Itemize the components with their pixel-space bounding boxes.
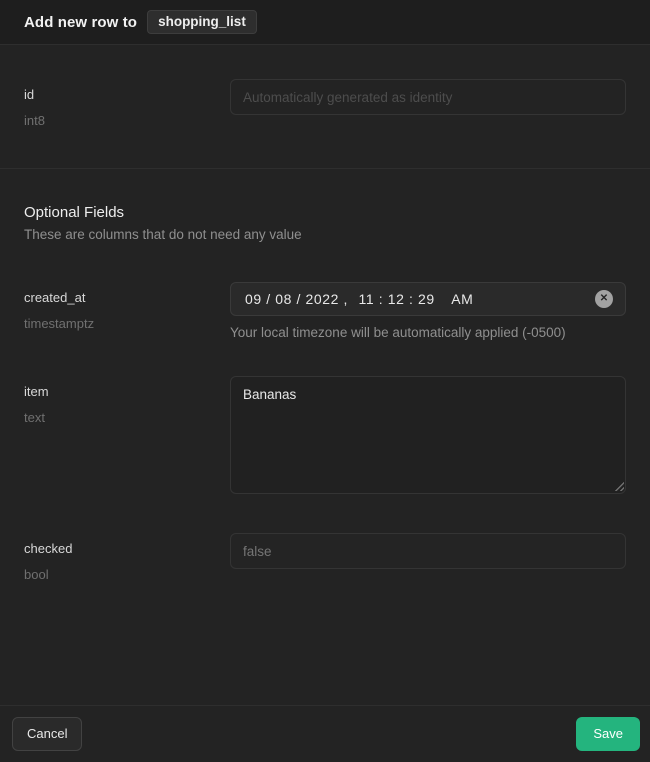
checked-field-type: bool bbox=[24, 567, 230, 583]
panel-footer: Cancel Save bbox=[0, 705, 650, 762]
timezone-helper-text: Your local timezone will be automaticall… bbox=[230, 325, 626, 340]
item-field-name: item bbox=[24, 384, 230, 400]
checked-input-col bbox=[230, 533, 626, 582]
table-name-badge: shopping_list bbox=[147, 10, 257, 34]
datetime-value: 09 / 08 / 2022 , 11 : 12 : 29 AM bbox=[245, 291, 473, 307]
datetime-time-segment: 11 : 12 : 29 bbox=[359, 291, 435, 307]
add-row-panel: Add new row to shopping_list id int8 Opt… bbox=[0, 0, 650, 762]
panel-header: Add new row to shopping_list bbox=[0, 0, 650, 45]
optional-fields-section-header: Optional Fields These are columns that d… bbox=[0, 169, 650, 242]
id-input-col bbox=[230, 79, 626, 128]
created-at-field-name: created_at bbox=[24, 290, 230, 306]
created-at-label-group: created_at timestamptz bbox=[24, 282, 230, 340]
item-label-group: item text bbox=[24, 376, 230, 494]
clear-icon: ✕ bbox=[600, 294, 608, 304]
id-input[interactable] bbox=[230, 79, 626, 115]
save-button[interactable]: Save bbox=[576, 717, 640, 751]
field-row-created-at: created_at timestamptz 09 / 08 / 2022 , … bbox=[0, 282, 650, 340]
item-input-col: Bananas bbox=[230, 376, 626, 494]
clear-datetime-button[interactable]: ✕ bbox=[595, 290, 613, 308]
item-field-type: text bbox=[24, 410, 230, 426]
datetime-meridiem-segment: AM bbox=[451, 291, 473, 307]
field-row-checked: checked bool bbox=[0, 533, 650, 582]
id-label-group: id int8 bbox=[24, 79, 230, 128]
id-field-name: id bbox=[24, 87, 230, 103]
checked-input[interactable] bbox=[230, 533, 626, 569]
checked-field-name: checked bbox=[24, 541, 230, 557]
optional-fields-title: Optional Fields bbox=[24, 204, 626, 221]
checked-label-group: checked bool bbox=[24, 533, 230, 582]
created-at-input-col: 09 / 08 / 2022 , 11 : 12 : 29 AM ✕ Your … bbox=[230, 282, 626, 340]
datetime-date-segment: 09 / 08 / 2022 , bbox=[245, 291, 348, 307]
item-textarea[interactable]: Bananas bbox=[230, 376, 626, 494]
cancel-button[interactable]: Cancel bbox=[12, 717, 82, 751]
id-field-type: int8 bbox=[24, 113, 230, 129]
created-at-field-type: timestamptz bbox=[24, 316, 230, 332]
optional-fields-subtitle: These are columns that do not need any v… bbox=[24, 227, 626, 242]
field-row-id: id int8 bbox=[0, 79, 650, 128]
created-at-datetime-input[interactable]: 09 / 08 / 2022 , 11 : 12 : 29 AM ✕ bbox=[230, 282, 626, 316]
panel-title: Add new row to bbox=[24, 14, 137, 31]
field-row-item: item text Bananas bbox=[0, 376, 650, 494]
